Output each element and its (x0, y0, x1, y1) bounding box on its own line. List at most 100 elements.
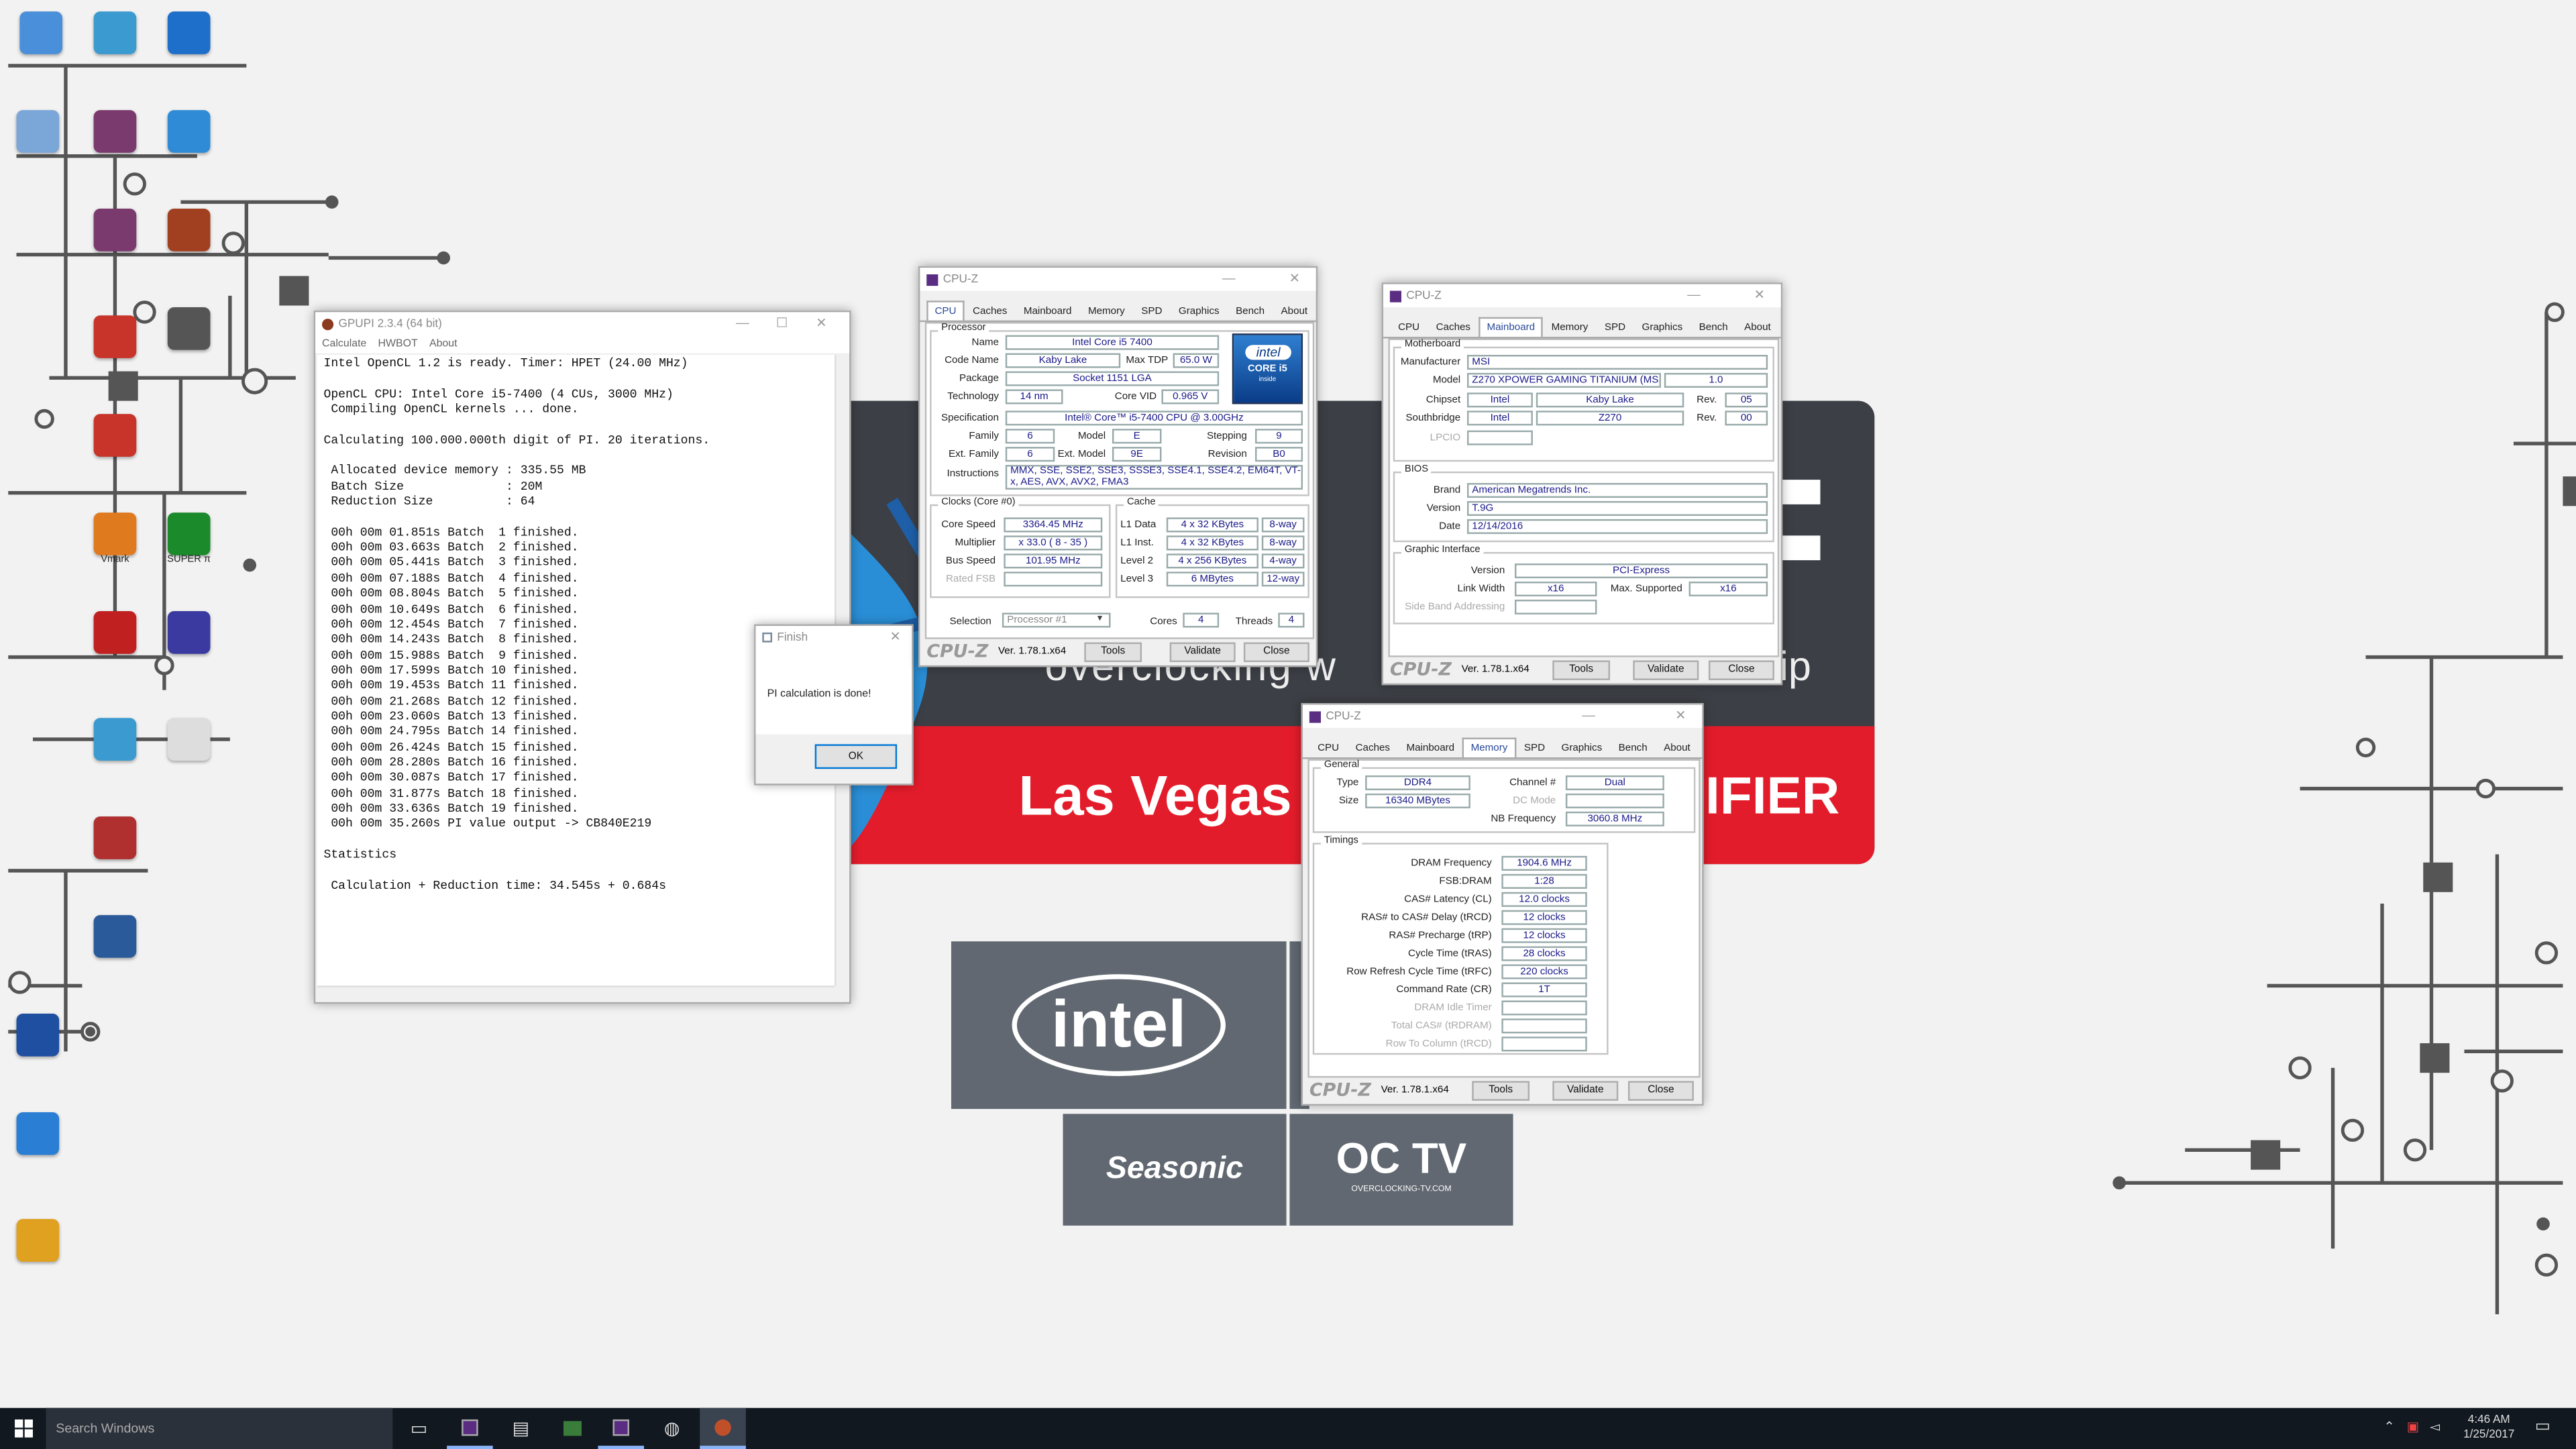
cinebench-icon[interactable] (91, 912, 140, 961)
tab-memory[interactable]: Memory (1462, 737, 1516, 757)
gpupi-titlebar[interactable]: GPUPI 2.3.4 (64 bit) — ☐ ✕ (315, 312, 850, 335)
tray-chevron-up-icon[interactable]: ⌃ (2383, 1419, 2394, 1434)
gpuz-icon[interactable] (164, 8, 213, 57)
tab-mainboard[interactable]: Mainboard (1479, 317, 1544, 337)
finish-ok-button[interactable]: OK (814, 744, 898, 769)
tab-cpu[interactable]: CPU (1309, 738, 1348, 757)
flower-app-icon[interactable] (91, 312, 140, 361)
minimize-button[interactable]: — (728, 312, 757, 335)
superpi-icon[interactable]: SUPER π (164, 509, 213, 565)
winrar-icon-2[interactable] (91, 205, 140, 254)
thaiphoon-icon[interactable] (91, 608, 140, 657)
tools-button[interactable]: Tools (1472, 1081, 1530, 1101)
hwbot-taskbar-icon[interactable]: ◍ (649, 1408, 695, 1449)
notifications-icon[interactable]: ▭ (2535, 1417, 2551, 1436)
finish-titlebar[interactable]: Finish ✕ (755, 626, 912, 649)
tab-graphics[interactable]: Graphics (1171, 301, 1228, 320)
vmark-icon[interactable]: Vmark (91, 509, 140, 565)
control-panel-icon[interactable] (91, 8, 140, 57)
console-line: 00h 00m 03.663s Batch 2 finished. (323, 542, 579, 556)
minimize-button[interactable]: — (1214, 268, 1244, 290)
tools-button[interactable]: Tools (1552, 660, 1611, 680)
aida-icon[interactable] (164, 205, 213, 254)
cpuz-mainboard-window[interactable]: CPU-Z — ✕ CPU Caches Mainboard Memory SPD Gra… (1381, 282, 1783, 686)
tab-bench[interactable]: Bench (1228, 301, 1273, 320)
selection-dropdown[interactable]: Processor #1 (1002, 612, 1111, 628)
cpuz-mb-titlebar[interactable]: CPU-Z — ✕ (1383, 284, 1781, 307)
tab-cpu[interactable]: CPU (1390, 317, 1428, 337)
recycle-bin-icon[interactable] (13, 107, 62, 156)
menu-hwbot[interactable]: HWBOT (378, 338, 418, 350)
menu-calculate[interactable]: Calculate (322, 338, 366, 350)
computer-icon[interactable] (16, 8, 65, 57)
tab-spd[interactable]: SPD (1597, 317, 1634, 337)
tab-graphics[interactable]: Graphics (1633, 317, 1690, 337)
winrar-icon[interactable] (91, 107, 140, 156)
tools-button[interactable]: Tools (1084, 642, 1142, 662)
l1i-label: L1 Inst. (1120, 537, 1154, 549)
globe-icon[interactable] (13, 1010, 62, 1059)
tab-caches[interactable]: Caches (1347, 738, 1398, 757)
installer-icon[interactable] (13, 1216, 62, 1265)
file-explorer-icon[interactable]: ▤ (498, 1408, 544, 1449)
maximize-button[interactable]: ☐ (767, 312, 797, 335)
close-button[interactable]: Close (1708, 660, 1774, 680)
close-button[interactable]: ✕ (1280, 268, 1309, 290)
tab-bench[interactable]: Bench (1690, 317, 1735, 337)
l2-label: Level 2 (1120, 555, 1154, 567)
taskbar-search-box[interactable]: Search Windows (46, 1407, 393, 1449)
tab-bench[interactable]: Bench (1610, 738, 1655, 757)
tab-memory[interactable]: Memory (1080, 301, 1133, 320)
document-icon[interactable] (164, 714, 213, 763)
tab-about[interactable]: About (1736, 317, 1779, 337)
app-taskbar-icon[interactable] (549, 1408, 595, 1449)
tab-mainboard[interactable]: Mainboard (1398, 738, 1462, 757)
tab-memory[interactable]: Memory (1543, 317, 1596, 337)
tab-spd[interactable]: SPD (1516, 738, 1554, 757)
tab-mainboard[interactable]: Mainboard (1016, 301, 1080, 320)
task-view-icon[interactable]: ▭ (396, 1408, 442, 1449)
msi-icon[interactable] (91, 813, 140, 862)
cpuz-memory-window[interactable]: CPU-Z — ✕ CPU Caches Mainboard Memory SPD Gra… (1301, 703, 1704, 1106)
volume-icon[interactable]: ◅ (2430, 1419, 2440, 1434)
tab-about[interactable]: About (1656, 738, 1699, 757)
menu-about[interactable]: About (429, 338, 458, 350)
finish-close-button[interactable]: ✕ (881, 626, 910, 649)
minimize-button[interactable]: — (1574, 705, 1603, 728)
shortcut-icon[interactable] (91, 714, 140, 763)
cpuz-cpu-window[interactable]: CPU-Z — ✕ CPU Caches Mainboard Memory SPD Gra… (918, 266, 1318, 667)
network-icon[interactable]: ▣ (2407, 1419, 2420, 1434)
tab-caches[interactable]: Caches (965, 301, 1016, 320)
network-setup-icon[interactable] (164, 107, 213, 156)
validate-button[interactable]: Validate (1633, 660, 1699, 680)
cpuz-taskbar-icon-2[interactable] (598, 1408, 645, 1449)
flower-app-icon-2[interactable] (91, 411, 140, 460)
gi-version-value: PCI-Express (1514, 564, 1768, 579)
gpupi-taskbar-icon[interactable] (700, 1407, 746, 1449)
close-button[interactable]: ✕ (806, 312, 836, 335)
memtest-icon[interactable] (164, 608, 213, 657)
close-button[interactable]: ✕ (1745, 284, 1774, 307)
console-line: 00h 00m 01.851s Batch 1 finished. (323, 527, 579, 541)
finish-dialog[interactable]: Finish ✕ PI calculation is done! OK (754, 624, 914, 786)
cat-app-icon[interactable] (164, 304, 213, 353)
tab-cpu[interactable]: CPU (926, 301, 965, 321)
close-button[interactable]: Close (1243, 642, 1309, 662)
close-button[interactable]: Close (1627, 1081, 1694, 1101)
chevron-down-icon[interactable]: ▾ (1097, 612, 1102, 625)
validate-button[interactable]: Validate (1169, 642, 1236, 662)
tab-spd[interactable]: SPD (1133, 301, 1171, 320)
close-button[interactable]: ✕ (1666, 705, 1695, 728)
cpuz-mem-titlebar[interactable]: CPU-Z — ✕ (1303, 704, 1703, 728)
tab-caches[interactable]: Caches (1428, 317, 1479, 337)
cpuz-taskbar-icon[interactable] (447, 1408, 493, 1449)
tab-graphics[interactable]: Graphics (1553, 738, 1610, 757)
clock[interactable]: 4:46 AM 1/25/2017 (2455, 1413, 2524, 1442)
horizontal-scrollbar[interactable] (317, 985, 835, 1001)
cpuz-cpu-titlebar[interactable]: CPU-Z — ✕ (920, 268, 1316, 291)
validate-button[interactable]: Validate (1552, 1081, 1619, 1101)
window-icon[interactable] (13, 1109, 62, 1158)
tab-about[interactable]: About (1273, 301, 1316, 320)
minimize-button[interactable]: — (1679, 284, 1709, 307)
start-button[interactable] (0, 1408, 46, 1449)
